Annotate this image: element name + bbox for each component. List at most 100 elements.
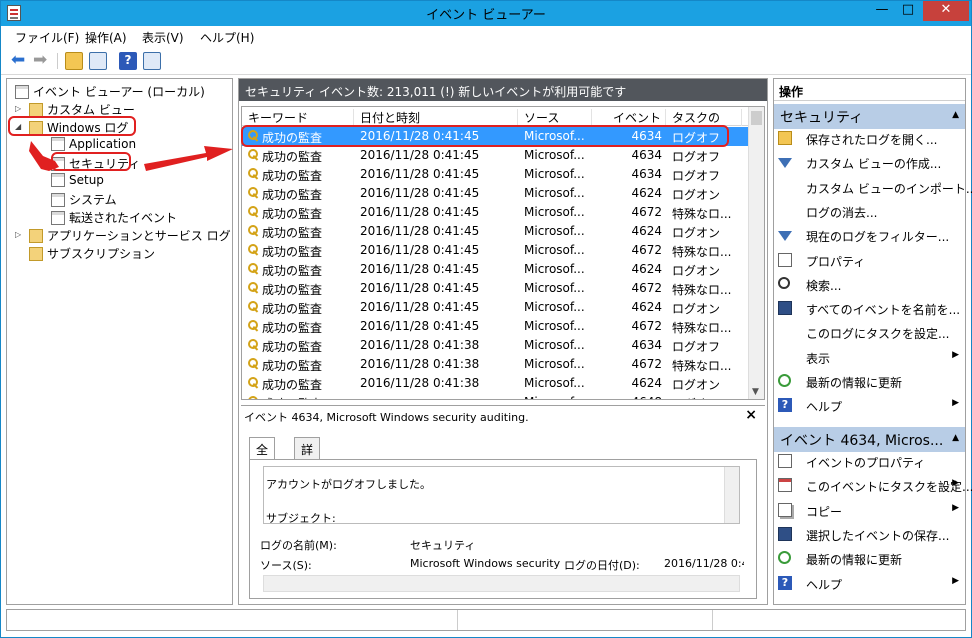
task-icon: [778, 478, 792, 493]
action-item[interactable]: このイベントにタスクを設定... ▶: [778, 476, 972, 496]
event-cell-datetime: 2016/11/28 0:41:45: [360, 300, 480, 314]
action-item-label: すべてのイベントを名前を...: [806, 303, 961, 318]
menu-view[interactable]: 表示(V): [142, 29, 184, 46]
tree-system[interactable]: システム: [51, 191, 117, 209]
detail-panel: アカウントがログオフしました。 サブジェクト: ログの名前(M): セキュリティ…: [249, 459, 757, 599]
close-button[interactable]: ✕: [923, 1, 969, 21]
event-cell-id: 4672: [631, 281, 662, 295]
action-item-label: プロパティ: [806, 254, 866, 269]
event-row[interactable]: 成功の監査 2016/11/28 0:41:45 Microsof... 4672 特殊…: [242, 203, 750, 222]
detail-horizontal-scrollbar[interactable]: [263, 575, 740, 592]
event-cell-source: Microsof...: [524, 205, 585, 219]
tree-forwarded-events[interactable]: 転送されたイベント: [51, 209, 177, 227]
column-event-id[interactable]: イベント ID: [592, 109, 666, 140]
action-item[interactable]: 最新の情報に更新: [778, 372, 963, 392]
collapse-up-icon[interactable]: ▲: [952, 110, 959, 120]
event-row[interactable]: 成功の監査 2016/11/28 0:41:45 Microsof... 4672 特殊…: [242, 279, 750, 298]
action-item[interactable]: ? ヘルプ ▶: [778, 396, 963, 416]
action-item[interactable]: ログの消去...: [778, 202, 963, 222]
expand-icon[interactable]: ▷: [15, 230, 21, 239]
collapse-up-icon[interactable]: ▲: [952, 433, 959, 443]
message-line-2: サブジェクト:: [266, 512, 336, 525]
tab-general[interactable]: 全般: [249, 437, 276, 474]
action-item-label: 選択したイベントの保存...: [806, 528, 950, 543]
log-header-name: セキュリティ: [245, 85, 317, 99]
event-row[interactable]: 成功の監査 2016/11/28 0:41:38 Microsof... 4624 ログ…: [242, 374, 750, 393]
action-item-label: イベントのプロパティ: [806, 456, 926, 470]
event-cell-datetime: 2016/11/28 0:41:38: [360, 338, 480, 352]
action-item[interactable]: コピー ▶: [778, 501, 963, 521]
action-item[interactable]: このログにタスクを設定...: [778, 323, 963, 343]
audit-key-icon: [248, 339, 260, 351]
help-icon[interactable]: ?: [119, 52, 137, 70]
title-bar[interactable]: イベント ビューアー — □ ✕: [1, 1, 971, 26]
back-arrow-icon[interactable]: ⬅: [11, 52, 29, 70]
message-scrollbar[interactable]: [724, 467, 739, 523]
event-cell-datetime: 2016/11/28 0:41:45: [360, 186, 480, 200]
filter-icon: [778, 158, 792, 169]
column-datetime[interactable]: 日付と時刻: [354, 109, 518, 126]
minimize-button[interactable]: —: [869, 1, 895, 21]
action-item-label: ヘルプ: [806, 577, 843, 592]
detail-close-icon[interactable]: ×: [745, 407, 757, 423]
tree-apps-services-logs[interactable]: ▷ アプリケーションとサービス ログ: [15, 227, 231, 245]
tab-details[interactable]: 詳細: [294, 437, 321, 474]
audit-key-icon: [248, 282, 260, 294]
action-item[interactable]: 保存されたログを開く...: [778, 129, 963, 149]
column-task-category[interactable]: タスクのカ...: [666, 109, 742, 142]
action-item[interactable]: カスタム ビューの作成...: [778, 153, 963, 173]
action-item[interactable]: 現在のログをフィルター...: [778, 226, 963, 246]
message-line-1: アカウントがログオフしました。: [266, 478, 431, 491]
show-hide-console-tree-icon[interactable]: [89, 52, 107, 70]
actions-section-event[interactable]: イベント 4634, Micros... ▲: [774, 427, 965, 452]
action-item[interactable]: 表示 ▶: [778, 348, 963, 368]
event-row[interactable]: 成功の監査 2016/11/28 0:41:45 Microsof... 4624 ログ…: [242, 222, 750, 241]
event-cell-task: ログオン: [672, 226, 721, 240]
action-item[interactable]: イベントのプロパティ: [778, 452, 963, 472]
event-row[interactable]: 成功の監査 2016/11/28 0:41:45 Microsof... 4672 特殊…: [242, 241, 750, 260]
action-item[interactable]: 最新の情報に更新: [778, 549, 963, 569]
event-row[interactable]: 成功の監査 2016/11/28 0:41:38 Microsof... 4634 ログ…: [242, 336, 750, 355]
event-cell-datetime: 2016/11/28 0:41:45: [360, 148, 480, 162]
event-row[interactable]: 成功の監査 2016/11/28 0:41:45 Microsof... 4624 ログ…: [242, 298, 750, 317]
tree-subscriptions[interactable]: サブスクリプション: [29, 245, 155, 263]
menu-file[interactable]: ファイル(F): [15, 29, 79, 46]
scroll-down-icon[interactable]: ▼: [752, 387, 759, 397]
menu-help[interactable]: ヘルプ(H): [200, 29, 254, 46]
audit-key-icon: [248, 320, 260, 332]
column-keyword[interactable]: キーワード: [242, 109, 354, 126]
expand-icon[interactable]: ▷: [15, 104, 21, 113]
up-folder-icon[interactable]: [65, 52, 83, 70]
action-item[interactable]: プロパティ: [778, 251, 963, 271]
toolbar: ⬅ ➡ ?: [1, 47, 971, 75]
event-row[interactable]: 成功の監査 2016/11/28 0:41:45 Microsof... 4624 ログ…: [242, 260, 750, 279]
action-item[interactable]: ? ヘルプ ▶: [778, 574, 963, 594]
menu-action[interactable]: 操作(A): [85, 29, 127, 46]
event-cell-id: 4672: [631, 243, 662, 257]
show-hide-action-pane-icon[interactable]: [143, 52, 161, 70]
event-row[interactable]: 成功の監査 2016/11/28 0:41:45 Microsof... 4634 ログ…: [242, 165, 750, 184]
event-row[interactable]: 成功の監査 Microsof...4648 ログオン: [242, 393, 750, 399]
column-source[interactable]: ソース: [518, 109, 592, 126]
event-list-scrollbar[interactable]: ▼: [748, 107, 764, 399]
event-cell-source: Microsof...: [524, 357, 585, 371]
action-item[interactable]: カスタム ビューのインポート...: [778, 178, 972, 198]
event-message-box[interactable]: アカウントがログオフしました。 サブジェクト:: [263, 466, 740, 525]
action-item[interactable]: すべてのイベントを名前を...: [778, 299, 963, 319]
event-row[interactable]: 成功の監査 2016/11/28 0:41:45 Microsof... 4672 特殊…: [242, 317, 750, 336]
event-row[interactable]: 成功の監査 2016/11/28 0:41:45 Microsof... 4624 ログ…: [242, 184, 750, 203]
actions-section-security[interactable]: セキュリティ ▲: [774, 104, 965, 129]
forward-arrow-icon[interactable]: ➡: [33, 52, 51, 70]
action-item[interactable]: 検索...: [778, 275, 963, 295]
action-item[interactable]: 選択したイベントの保存...: [778, 525, 963, 545]
action-item-label: 最新の情報に更新: [806, 553, 903, 568]
tree-root[interactable]: イベント ビューアー (ローカル): [15, 83, 205, 101]
scroll-thumb[interactable]: [751, 111, 762, 125]
event-row[interactable]: 成功の監査 2016/11/28 0:41:45 Microsof... 4634 ログ…: [242, 146, 750, 165]
maximize-button[interactable]: □: [895, 1, 921, 21]
event-cell-keyword: 成功の監査: [262, 395, 354, 399]
event-row[interactable]: 成功の監査 2016/11/28 0:41:38 Microsof... 4672 特殊…: [242, 355, 750, 374]
menu-bar: ファイル(F) 操作(A) 表示(V) ヘルプ(H): [1, 26, 971, 47]
tree-setup[interactable]: Setup: [51, 173, 104, 191]
tree-setup-label: Setup: [69, 173, 104, 187]
